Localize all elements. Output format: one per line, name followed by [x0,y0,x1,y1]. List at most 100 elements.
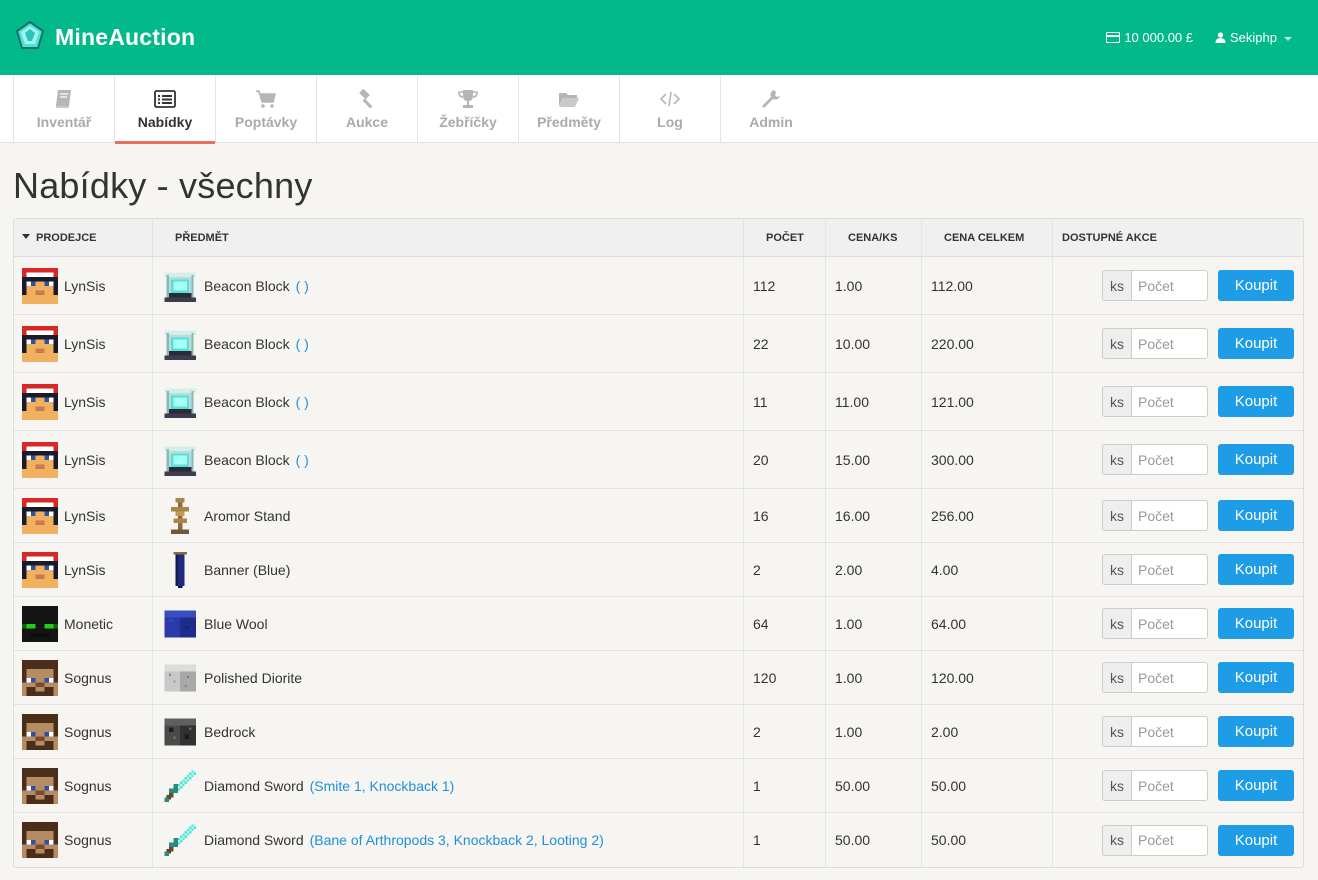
buy-button[interactable]: Koupit [1218,270,1294,301]
seller-name: LynSis [64,507,106,524]
buy-button[interactable]: Koupit [1218,608,1294,639]
item: Aromor Stand [162,497,734,534]
tab-label: Log [657,113,683,130]
quantity-input-group: ks [1102,386,1208,417]
seller-name: Sognus [64,723,112,740]
balance-display[interactable]: 10 000.00 £ [1106,30,1193,45]
item-name: Diamond Sword [204,832,304,848]
diamond-sword-icon [162,768,198,804]
item-enchantments-link[interactable]: ( ) [296,336,309,352]
actions-cell: ks Koupit [1053,651,1303,705]
quantity-input-group: ks [1102,608,1208,639]
item-enchantments-link[interactable]: ( ) [296,452,309,468]
item: Beacon Block ( ) [162,384,734,420]
buy-button[interactable]: Koupit [1218,716,1294,747]
seller-cell: Sognus [14,651,153,705]
unit-addon: ks [1102,662,1131,693]
sort-down-icon [22,234,30,240]
avatar [22,551,58,588]
buy-button[interactable]: Koupit [1218,554,1294,585]
column-header-prodejce[interactable]: Prodejce [14,219,153,257]
seller-name: LynSis [64,561,106,578]
seller-cell: LynSis [14,431,153,489]
main-content: Nabídky - všechny Prodejce Předmět Počet… [0,165,1318,868]
unit-addon: ks [1102,608,1131,639]
seller-cell: LynSis [14,257,153,315]
column-label: Dostupné akce [1062,231,1157,244]
tab-predmety[interactable]: Předměty [518,75,619,142]
buy-button[interactable]: Koupit [1218,770,1294,801]
quantity-input[interactable] [1131,824,1208,856]
quantity-input[interactable] [1131,770,1208,801]
price-cell: 11.00 [826,373,922,431]
quantity-input[interactable] [1131,554,1208,585]
price-cell: 10.00 [826,315,922,373]
buy-button[interactable]: Koupit [1218,328,1294,359]
seller-name: LynSis [64,277,106,294]
cart-icon [256,89,276,108]
quantity-input[interactable] [1131,328,1208,359]
count-cell: 2 [744,543,826,597]
column-label: Cena celkem [944,231,1025,244]
item-enchantments-link[interactable]: (Smite 1, Knockback 1) [310,778,455,794]
item-enchantments-link[interactable]: ( ) [296,394,309,410]
buy-button[interactable]: Koupit [1218,824,1294,856]
tab-poptavky[interactable]: Poptávky [215,75,316,142]
quantity-input-group: ks [1102,770,1208,801]
item: Beacon Block ( ) [162,326,734,362]
quantity-input[interactable] [1131,500,1208,531]
brand-link[interactable]: MineAuction [14,20,195,55]
seller-name: Monetic [64,615,114,632]
column-header-cena-celkem[interactable]: Cena celkem [922,219,1053,257]
tab-admin[interactable]: Admin [720,75,821,142]
tab-label: Předměty [537,113,601,130]
price-cell: 1.00 [826,597,922,651]
bedrock-icon [162,714,198,750]
tab-nabidky[interactable]: Nabídky [114,75,215,144]
item-cell: Beacon Block ( ) [153,431,744,489]
quantity-input-group: ks [1102,716,1208,747]
buy-button[interactable]: Koupit [1218,386,1294,417]
column-header-predmet[interactable]: Předmět [153,219,744,257]
user-menu-dropdown[interactable]: Sekiphp [1215,30,1292,45]
avatar [22,605,58,642]
balance-amount: 10 000.00 £ [1124,30,1194,45]
actions-cell: ks Koupit [1053,315,1303,373]
buy-form: ks Koupit [1062,662,1294,693]
item-enchantments-link[interactable]: ( ) [296,278,309,294]
item-name: Beacon Block [204,393,290,410]
tab-log[interactable]: Log [619,75,720,142]
total-cell: 4.00 [922,543,1053,597]
quantity-input[interactable] [1131,608,1208,639]
quantity-input[interactable] [1131,444,1208,475]
seller-cell: Sognus [14,705,153,759]
buy-button[interactable]: Koupit [1218,444,1294,475]
tab-zebricky[interactable]: Žebříčky [417,75,518,142]
item: Polished Diorite [162,660,734,696]
count-cell: 20 [744,431,826,489]
avatar [22,383,58,420]
avatar [22,497,58,534]
quantity-input[interactable] [1131,270,1208,301]
quantity-input-group: ks [1102,500,1208,531]
quantity-input[interactable] [1131,662,1208,693]
quantity-input[interactable] [1131,386,1208,417]
quantity-input[interactable] [1131,716,1208,747]
beacon-icon [162,442,198,478]
tab-aukce[interactable]: Aukce [316,75,417,142]
item-enchantments-link[interactable]: (Bane of Arthropods 3, Knockback 2, Loot… [310,832,604,848]
buy-button[interactable]: Koupit [1218,500,1294,531]
tab-inventar[interactable]: Inventář [13,75,114,142]
armor-stand-icon [162,497,198,534]
table-row: Sognus Bedrock 21.002.00 ks Koupit [14,705,1303,759]
seller-name: LynSis [64,335,106,352]
column-header-cena-ks[interactable]: Cena/ks [826,219,922,257]
total-cell: 64.00 [922,597,1053,651]
buy-form: ks Koupit [1062,270,1294,301]
seller: LynSis [22,383,143,420]
table-row: Sognus Diamond Sword (Bane of Arthropods 3… [14,813,1303,867]
column-header-pocet[interactable]: Počet [744,219,826,257]
buy-button[interactable]: Koupit [1218,662,1294,693]
diamond-sword-icon [162,822,198,858]
item: Diamond Sword (Bane of Arthropods 3, Knoc… [162,822,734,858]
